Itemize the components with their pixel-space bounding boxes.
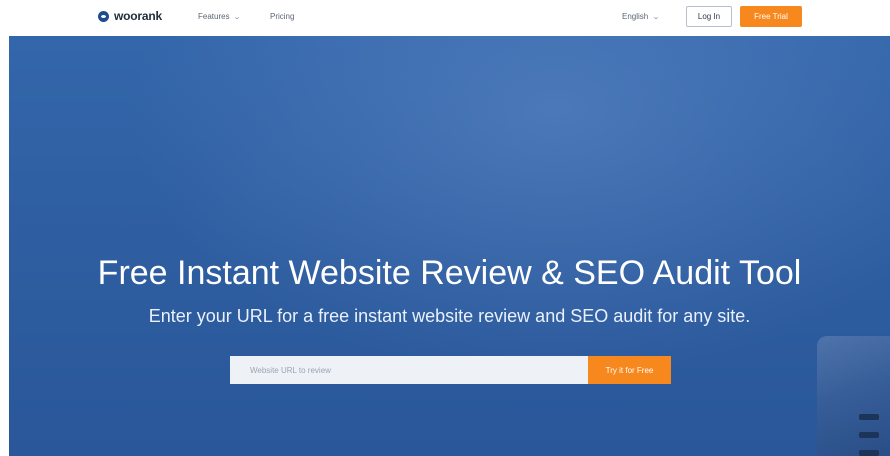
free-trial-button[interactable]: Free Trial	[740, 6, 802, 27]
brand-logo[interactable]: woorank	[98, 9, 162, 23]
login-button[interactable]: Log In	[686, 6, 732, 27]
website-url-input[interactable]	[230, 356, 588, 384]
hero-title: Free Instant Website Review & SEO Audit …	[97, 254, 802, 292]
try-it-for-free-button[interactable]: Try it for Free	[588, 356, 671, 384]
chevron-down-icon: ⌄	[232, 13, 241, 21]
top-navigation-bar: woorank Features ⌄ Pricing English ⌄ Log…	[0, 0, 890, 36]
brand-name: woorank	[114, 9, 162, 23]
hero-subtitle: Enter your URL for a free instant websit…	[148, 306, 751, 326]
laptop-key	[859, 432, 879, 438]
woorank-logo-icon	[98, 10, 109, 22]
language-selector[interactable]: English ⌄	[622, 12, 661, 21]
nav-features-label: Features	[198, 12, 230, 21]
language-label: English	[622, 12, 649, 21]
nav-features[interactable]: Features ⌄	[198, 12, 241, 21]
laptop-key	[859, 414, 879, 420]
nav-pricing-label: Pricing	[270, 12, 295, 21]
chevron-down-icon: ⌄	[652, 13, 661, 21]
nav-pricing[interactable]: Pricing	[270, 12, 294, 21]
laptop-key	[859, 450, 879, 456]
hero-section: Free Instant Website Review & SEO Audit …	[9, 36, 890, 456]
laptop-illustration	[817, 336, 890, 456]
